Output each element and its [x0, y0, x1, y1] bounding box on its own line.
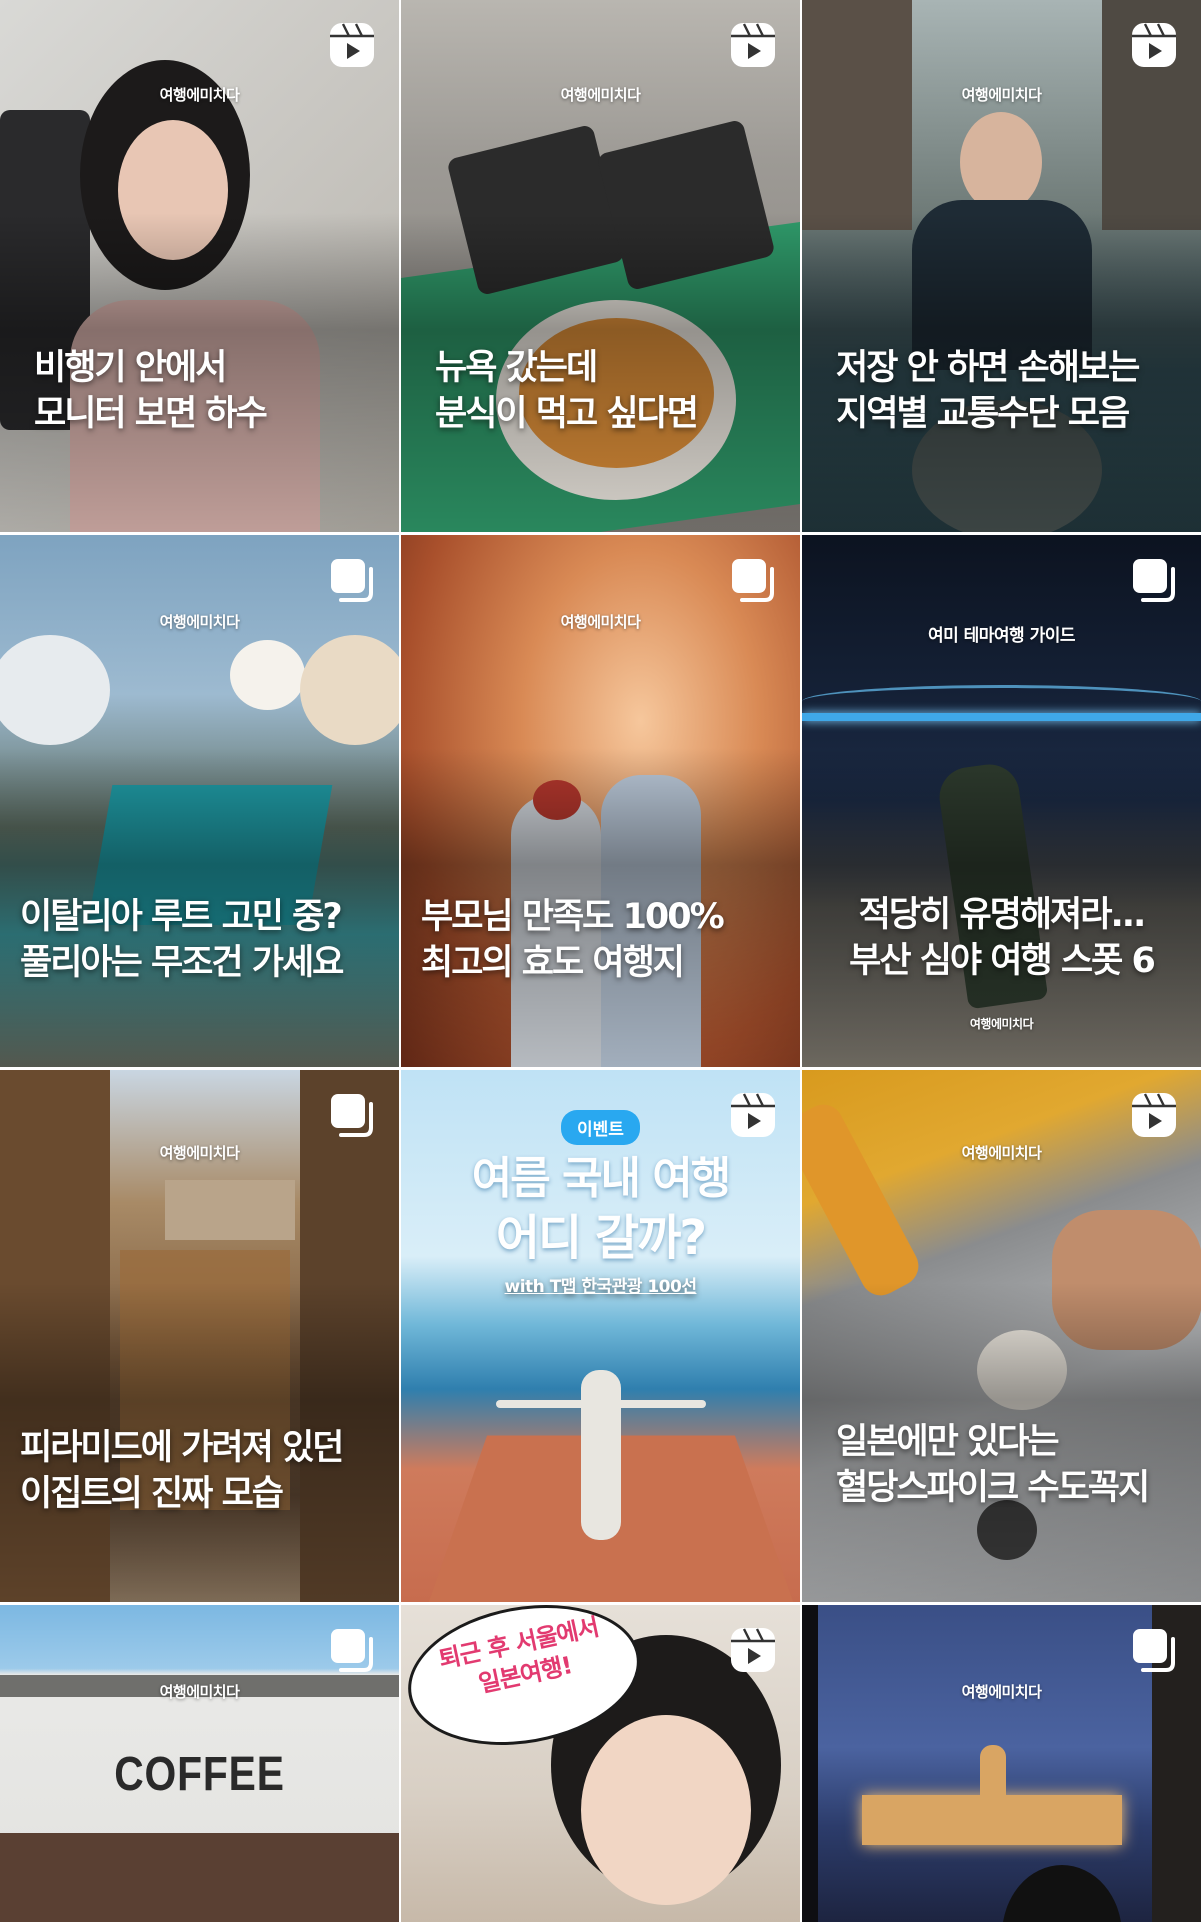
brand-watermark: 여행에미치다: [961, 86, 1042, 104]
post-caption: 이탈리아 루트 고민 중? 풀리아는 무조건 가세요: [20, 897, 344, 983]
post-tile-9[interactable]: 여행에미치다 일본에만 있다는 혈당스파이크 수도꼭지: [802, 1070, 1201, 1602]
post-grid: 여행에미치다 비행기 안에서 모니터 보면 하수 여행에미치다 뉴욕 갔는데 분…: [0, 0, 1201, 1922]
brand-guide-label: 여미 테마여행 가이드: [927, 626, 1076, 646]
post-tile-2[interactable]: 여행에미치다 뉴욕 갔는데 분식이 먹고 싶다면: [401, 0, 800, 532]
carousel-icon: [1129, 1625, 1179, 1675]
post-tile-5[interactable]: 여행에미치다 부모님 만족도 100% 최고의 효도 여행지: [401, 535, 800, 1067]
dome-shape: [980, 1745, 1006, 1805]
post-tile-1[interactable]: 여행에미치다 비행기 안에서 모니터 보면 하수: [0, 0, 399, 532]
carousel-icon: [1129, 555, 1179, 605]
person-shape: [581, 1370, 621, 1540]
post-caption: 비행기 안에서 모니터 보면 하수: [34, 348, 268, 434]
brand-watermark-bottom: 여행에미치다: [969, 1017, 1034, 1031]
storefront-shape: [0, 1833, 399, 1922]
reels-icon: [1129, 1090, 1179, 1140]
reels-icon: [728, 1625, 778, 1675]
post-caption: 적당히 유명해져라... 부산 심야 여행 스폿 6: [849, 895, 1156, 981]
reels-icon: [327, 20, 377, 70]
carousel-icon: [327, 1625, 377, 1675]
carousel-icon: [327, 1090, 377, 1140]
brand-watermark: 여행에미치다: [159, 86, 240, 104]
post-tile-8[interactable]: 이벤트 여름 국내 여행 어디 갈까? with T맵 한국관광 100선: [401, 1070, 800, 1602]
post-tile-11[interactable]: 퇴근 후 서울에서 일본여행!: [401, 1605, 800, 1922]
event-badge: 이벤트: [561, 1110, 640, 1145]
post-caption: 저장 안 하면 손해보는 지역별 교통수단 모음: [836, 348, 1140, 434]
brand-watermark: 여행에미치다: [961, 1144, 1042, 1162]
face-shape: [581, 1715, 751, 1905]
carousel-icon: [327, 555, 377, 605]
post-caption: 여름 국내 여행 어디 갈까? with T맵 한국관광 100선: [471, 1153, 732, 1297]
brand-watermark: 여행에미치다: [961, 1683, 1042, 1701]
post-caption: 피라미드에 가려져 있던 이집트의 진짜 모습: [20, 1428, 344, 1514]
arms-shape: [496, 1400, 706, 1408]
frame-left: [802, 1605, 818, 1922]
reels-icon: [728, 20, 778, 70]
brand-watermark: 여행에미치다: [159, 1144, 240, 1162]
post-caption: 일본에만 있다는 혈당스파이크 수도꼭지: [836, 1422, 1150, 1508]
reels-icon: [728, 1090, 778, 1140]
post-tile-7[interactable]: 여행에미치다 피라미드에 가려져 있던 이집트의 진짜 모습: [0, 1070, 399, 1602]
post-caption: 뉴욕 갔는데 분식이 먹고 싶다면: [435, 348, 699, 434]
carousel-icon: [728, 555, 778, 605]
post-caption: 부모님 만족도 100% 최고의 효도 여행지: [421, 897, 725, 983]
brand-watermark: 여행에미치다: [560, 613, 641, 631]
post-tile-4[interactable]: 여행에미치다 이탈리아 루트 고민 중? 풀리아는 무조건 가세요: [0, 535, 399, 1067]
post-tile-10[interactable]: 여행에미치다 COFFEE: [0, 1605, 399, 1922]
post-tile-3[interactable]: 여행에미치다 저장 안 하면 손해보는 지역별 교통수단 모음: [802, 0, 1201, 532]
post-tile-6[interactable]: 여미 테마여행 가이드 적당히 유명해져라... 부산 심야 여행 스폿 6 여…: [802, 535, 1201, 1067]
coffee-sign: COFFEE: [114, 1748, 285, 1801]
brand-watermark: 여행에미치다: [560, 86, 641, 104]
post-tile-12[interactable]: 여행에미치다: [802, 1605, 1201, 1922]
brand-watermark: 여행에미치다: [159, 1683, 240, 1701]
brand-watermark: 여행에미치다: [159, 613, 240, 631]
reels-icon: [1129, 20, 1179, 70]
